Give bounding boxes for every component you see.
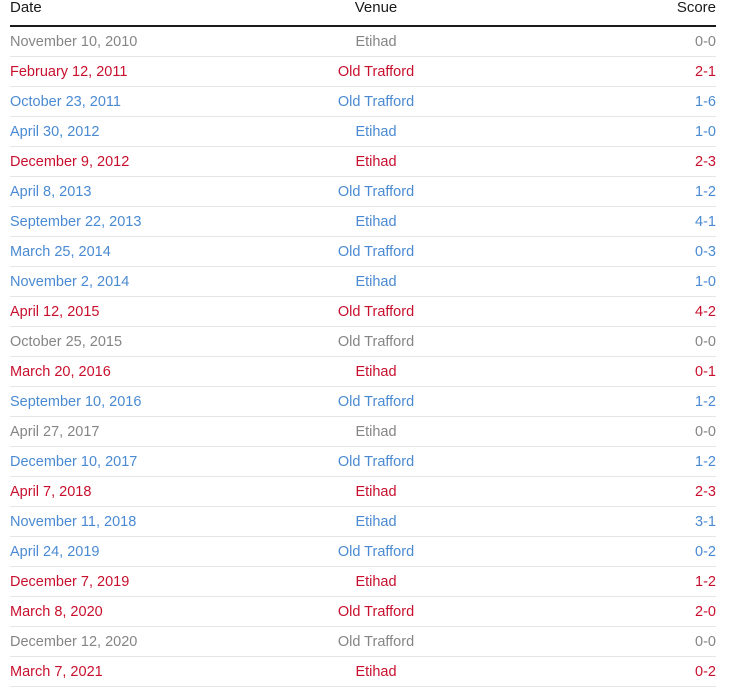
table-row: March 20, 2016 Etihad 0-1 [10,357,716,387]
table-row: December 9, 2012 Etihad 2-3 [10,147,716,177]
table-row: September 22, 2013 Etihad 4-1 [10,207,716,237]
table-row: February 12, 2011 Old Trafford 2-1 [10,57,716,87]
match-score: 0-2 [695,663,716,680]
match-venue: Old Trafford [337,93,415,110]
table-row: April 12, 2015 Old Trafford 4-2 [10,297,716,327]
match-score: 0-0 [695,423,716,440]
table-row: December 12, 2020 Old Trafford 0-0 [10,627,716,657]
table-row: April 27, 2017 Etihad 0-0 [10,417,716,447]
match-venue: Etihad [355,273,397,290]
table-row: November 11, 2018 Etihad 3-1 [10,507,716,537]
match-date: March 20, 2016 [10,363,111,380]
match-score: 1-2 [695,183,716,200]
table-row: December 7, 2019 Etihad 1-2 [10,567,716,597]
table-row: April 7, 2018 Etihad 2-3 [10,477,716,507]
match-date: December 10, 2017 [10,453,138,470]
match-score: 1-2 [695,453,716,470]
match-score: 4-2 [695,303,716,320]
match-venue: Old Trafford [337,243,415,260]
table-row: November 2, 2014 Etihad 1-0 [10,267,716,297]
match-score: 0-2 [695,543,716,560]
venue-column-header: Venue [354,0,398,16]
match-venue: Etihad [355,663,397,680]
match-venue: Etihad [355,213,397,230]
match-venue: Old Trafford [337,63,415,80]
match-date: March 8, 2020 [10,603,103,620]
match-date: April 7, 2018 [10,483,92,500]
match-venue: Old Trafford [337,333,415,350]
match-venue: Etihad [355,33,397,50]
match-score: 1-2 [695,393,716,410]
match-date: November 2, 2014 [10,273,130,290]
table-row: September 10, 2016 Old Trafford 1-2 [10,387,716,417]
match-date: October 23, 2011 [10,93,121,110]
match-venue: Etihad [355,123,397,140]
match-score: 1-0 [695,123,716,140]
match-date: April 27, 2017 [10,423,100,440]
match-venue: Etihad [355,423,397,440]
match-venue: Old Trafford [337,633,415,650]
match-date: November 11, 2018 [10,513,137,530]
table-row: April 8, 2013 Old Trafford 1-2 [10,177,716,207]
table-header: Date Venue Score [10,0,716,27]
table-row: October 23, 2011 Old Trafford 1-6 [10,87,716,117]
table-row: April 24, 2019 Old Trafford 0-2 [10,537,716,567]
match-score: 2-0 [695,603,716,620]
match-score: 0-1 [695,363,716,380]
date-column-header: Date [10,0,42,16]
match-venue: Etihad [355,153,397,170]
match-date: April 8, 2013 [10,183,92,200]
match-venue: Old Trafford [337,543,415,560]
table-row: December 10, 2017 Old Trafford 1-2 [10,447,716,477]
match-date: October 25, 2015 [10,333,123,350]
match-venue: Etihad [355,363,397,380]
table-row: November 10, 2010 Etihad 0-0 [10,27,716,57]
results-table: Date Venue Score November 10, 2010 Etihad… [10,0,716,687]
match-score: 0-0 [695,633,716,650]
match-venue: Old Trafford [337,393,415,410]
match-score: 1-0 [695,273,716,290]
match-date: November 10, 2010 [10,33,138,50]
match-venue: Old Trafford [337,303,415,320]
match-date: December 12, 2020 [10,633,138,650]
match-score: 1-2 [695,573,716,590]
match-date: April 30, 2012 [10,123,100,140]
match-date: April 24, 2019 [10,543,100,560]
match-venue: Etihad [355,483,397,500]
match-score: 0-0 [695,33,716,50]
match-date: September 10, 2016 [10,393,142,410]
table-row: April 30, 2012 Etihad 1-0 [10,117,716,147]
score-column-header: Score [676,0,716,16]
match-date: September 22, 2013 [10,213,142,230]
match-score: 2-3 [695,153,716,170]
match-date: February 12, 2011 [10,63,128,80]
table-row: March 7, 2021 Etihad 0-2 [10,657,716,687]
match-score: 4-1 [695,213,716,230]
match-score: 2-1 [695,63,716,80]
match-score: 0-0 [695,333,716,350]
match-date: December 9, 2012 [10,153,130,170]
match-date: March 25, 2014 [10,243,111,260]
match-score: 1-6 [695,93,716,110]
table-row: March 25, 2014 Old Trafford 0-3 [10,237,716,267]
match-score: 2-3 [695,483,716,500]
match-date: March 7, 2021 [10,663,103,680]
match-date: April 12, 2015 [10,303,100,320]
match-date: December 7, 2019 [10,573,130,590]
table-body: November 10, 2010 Etihad 0-0 February 12, 2… [10,27,716,687]
match-venue: Old Trafford [337,183,415,200]
table-row: March 8, 2020 Old Trafford 2-0 [10,597,716,627]
table-row: October 25, 2015 Old Trafford 0-0 [10,327,716,357]
match-venue: Etihad [355,513,397,530]
match-venue: Etihad [355,573,397,590]
match-venue: Old Trafford [337,453,415,470]
match-score: 3-1 [695,513,716,530]
match-venue: Old Trafford [337,603,415,620]
match-score: 0-3 [695,243,716,260]
